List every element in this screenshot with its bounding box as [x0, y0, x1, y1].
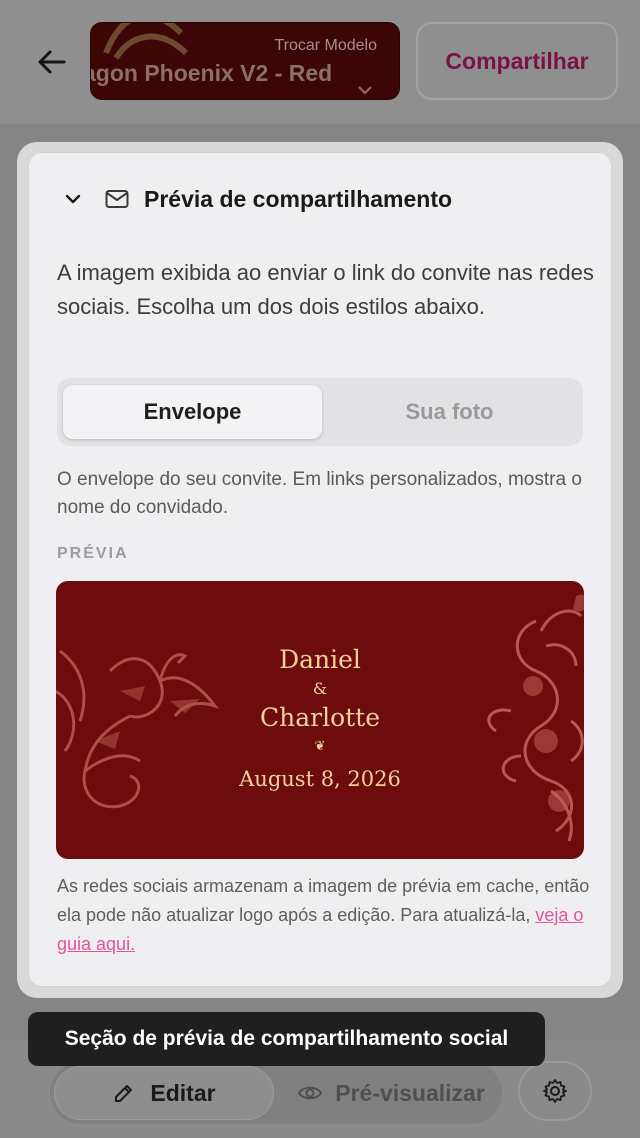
envelope-help-text: O envelope do seu convite. Em links pers…	[57, 469, 582, 518]
mail-icon	[105, 190, 129, 208]
gear-icon	[543, 1079, 567, 1103]
preview-date: August 8, 2026	[239, 767, 401, 791]
chevron-down-icon	[358, 86, 372, 95]
settings-button[interactable]	[518, 1061, 592, 1121]
preview-card: Daniel & Charlotte ❦ August 8, 2026	[56, 581, 584, 859]
template-ornament	[103, 23, 189, 60]
top-bar: Trocar Modelo agon Phoenix V2 - Red Comp…	[0, 0, 640, 124]
template-name: agon Phoenix V2 - Red	[90, 60, 333, 86]
preview-label-text: Pré-visualizar	[335, 1079, 485, 1106]
edit-label: Editar	[150, 1079, 216, 1106]
pencil-icon	[115, 1085, 133, 1102]
back-button[interactable]	[34, 44, 70, 80]
panel-header[interactable]: Prévia de compartilhamento	[62, 184, 452, 214]
cache-note-text: As redes sociais armazenam a imagem de p…	[57, 876, 590, 925]
panel-title: Prévia de compartilhamento	[144, 185, 453, 212]
preview-label: PRÉVIA	[57, 545, 129, 562]
template-caption: Trocar Modelo	[274, 37, 377, 54]
style-toggle: Envelope Sua foto	[57, 378, 583, 446]
panel-description: A imagem exibida ao enviar o link do con…	[57, 260, 594, 319]
share-button[interactable]: Compartilhar	[416, 22, 618, 100]
cache-note: As redes sociais armazenam a imagem de p…	[57, 872, 597, 959]
chevron-down-icon[interactable]	[62, 188, 84, 210]
preview-flourish: ❦	[314, 739, 326, 754]
tooltip: Seção de prévia de compartilhamento soci…	[28, 1012, 545, 1066]
preview-name-1: Daniel	[279, 645, 361, 674]
preview-button[interactable]: Pré-visualizar	[286, 1066, 496, 1120]
template-switcher[interactable]: Trocar Modelo agon Phoenix V2 - Red	[90, 22, 400, 100]
edit-button[interactable]: Editar	[54, 1066, 274, 1120]
preview-name-2: Charlotte	[259, 703, 381, 732]
arrow-left-icon	[38, 50, 66, 74]
toggle-envelope[interactable]: Envelope	[63, 385, 322, 439]
toggle-your-photo[interactable]: Sua foto	[322, 385, 577, 439]
preview-ampersand: &	[312, 679, 328, 698]
eye-icon	[298, 1086, 323, 1100]
